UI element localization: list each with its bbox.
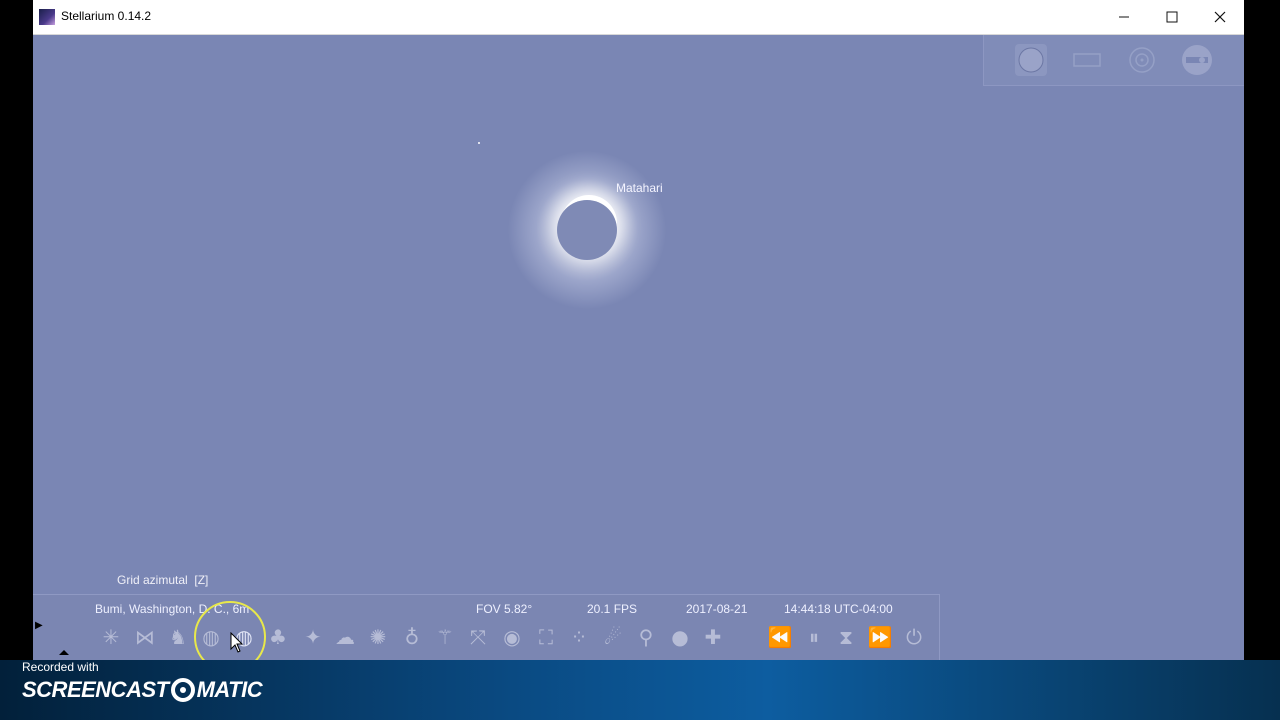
atmosphere-button[interactable]: ☁ — [330, 622, 360, 652]
logo-text-left: SCREENCAST — [22, 677, 169, 702]
night-mode-icon: ◉ — [503, 625, 521, 649]
night-mode-button[interactable]: ◉ — [497, 622, 527, 652]
satellites-button[interactable]: ⚲ — [631, 622, 661, 652]
mouse-cursor-icon — [230, 632, 244, 653]
planet-labels-icon: ♁ — [404, 625, 420, 649]
constellation-art-button[interactable]: ♞ — [163, 622, 193, 652]
constellation-lines-icon: ✳ — [102, 625, 120, 649]
equatorial-mount-button[interactable]: ⚚ — [430, 622, 460, 652]
maximize-button[interactable] — [1149, 0, 1195, 34]
star-markers-button[interactable]: ✚ — [698, 622, 728, 652]
decrease-time-speed-icon: ⏪ — [767, 625, 793, 649]
star[interactable] — [478, 142, 480, 144]
fps-status: 20.1 FPS — [587, 602, 638, 616]
equatorial-mount-icon: ⚚ — [436, 625, 454, 649]
full-screen-icon: ⛶ — [539, 625, 553, 649]
pause-time-icon: ⏸ — [809, 625, 819, 649]
center-selected-icon: ⤧ — [470, 625, 486, 649]
date-status: 2017-08-21 — [686, 602, 748, 616]
satellites-icon: ⚲ — [638, 625, 654, 649]
nebulae-button[interactable]: ✺ — [363, 622, 393, 652]
screencast-matic-logo: SCREENCAST MATIC — [22, 677, 263, 703]
meteor-showers-icon: ☄ — [604, 625, 622, 649]
constellation-lines-button[interactable]: ✳ — [96, 622, 126, 652]
left-panel-toggle-icon[interactable]: ▶ — [35, 620, 43, 631]
pause-time-button[interactable]: ⏸ — [799, 622, 829, 652]
button-tooltip: Grid azimutal [Z] — [117, 573, 209, 587]
cardinal-points-button[interactable]: ✦ — [298, 622, 328, 652]
solar-system-bodies-icon: ● — [671, 625, 689, 649]
minimize-icon — [1119, 16, 1129, 18]
constellation-art-icon: ♞ — [169, 625, 187, 649]
minimize-button[interactable] — [1101, 0, 1147, 34]
real-time-speed-icon: ⧗ — [838, 625, 854, 649]
constellation-labels-button[interactable]: ⋈ — [130, 622, 160, 652]
exoplanets-icon: ⁘ — [570, 625, 588, 649]
stellarium-app-icon — [39, 9, 55, 25]
logo-circle-icon — [170, 678, 195, 702]
exoplanets-button[interactable]: ⁘ — [564, 622, 594, 652]
bottom-toolbar: Bumi, Washington, D. C., 6m FOV 5.82° 20… — [33, 594, 940, 660]
nebulae-icon: ✺ — [369, 625, 387, 649]
decrease-time-speed-button[interactable]: ⏪ — [765, 622, 795, 652]
full-screen-button[interactable]: ⛶ — [531, 622, 561, 652]
rectangle-icon[interactable] — [1068, 41, 1106, 79]
maximize-icon — [1166, 11, 1178, 23]
sky-view[interactable] — [33, 35, 1244, 660]
increase-time-speed-icon: ⏩ — [867, 625, 893, 649]
sun-label: Matahari — [616, 181, 663, 195]
stellarium-window: Stellarium 0.14.2 Matahari Grid azimutal… — [33, 0, 1244, 660]
oculars-panel — [983, 35, 1244, 86]
planet-labels-button[interactable]: ♁ — [397, 622, 427, 652]
window-title: Stellarium 0.14.2 — [61, 9, 152, 23]
recorder-label: Recorded with — [22, 660, 99, 674]
cardinal-points-icon: ✦ — [304, 625, 322, 649]
ground-button[interactable]: ♣ — [263, 622, 293, 652]
solar-system-bodies-button[interactable]: ● — [665, 622, 695, 652]
ground-icon: ♣ — [269, 625, 287, 649]
atmosphere-icon: ☁ — [335, 625, 355, 649]
center-selected-button[interactable]: ⤧ — [463, 622, 493, 652]
logo-text-right: MATIC — [196, 677, 263, 702]
quit-icon: ⏻ — [906, 625, 922, 649]
increase-time-speed-button[interactable]: ⏩ — [865, 622, 895, 652]
eyepiece-icon[interactable] — [1178, 41, 1216, 79]
quit-button[interactable]: ⏻ — [899, 622, 929, 652]
moon-disk[interactable] — [557, 200, 617, 260]
title-bar[interactable]: Stellarium 0.14.2 — [33, 0, 1244, 35]
bottom-panel-toggle-icon[interactable] — [59, 650, 69, 655]
constellation-labels-icon: ⋈ — [135, 625, 155, 649]
circle-icon[interactable] — [1012, 41, 1050, 79]
star-markers-icon: ✚ — [704, 625, 722, 649]
meteor-showers-button[interactable]: ☄ — [598, 622, 628, 652]
close-button[interactable] — [1197, 0, 1243, 34]
time-status: 14:44:18 UTC-04:00 — [784, 602, 893, 616]
target-icon[interactable] — [1123, 41, 1161, 79]
close-icon — [1214, 11, 1226, 23]
real-time-speed-button[interactable]: ⧗ — [831, 622, 861, 652]
fov-status: FOV 5.82° — [476, 602, 533, 616]
